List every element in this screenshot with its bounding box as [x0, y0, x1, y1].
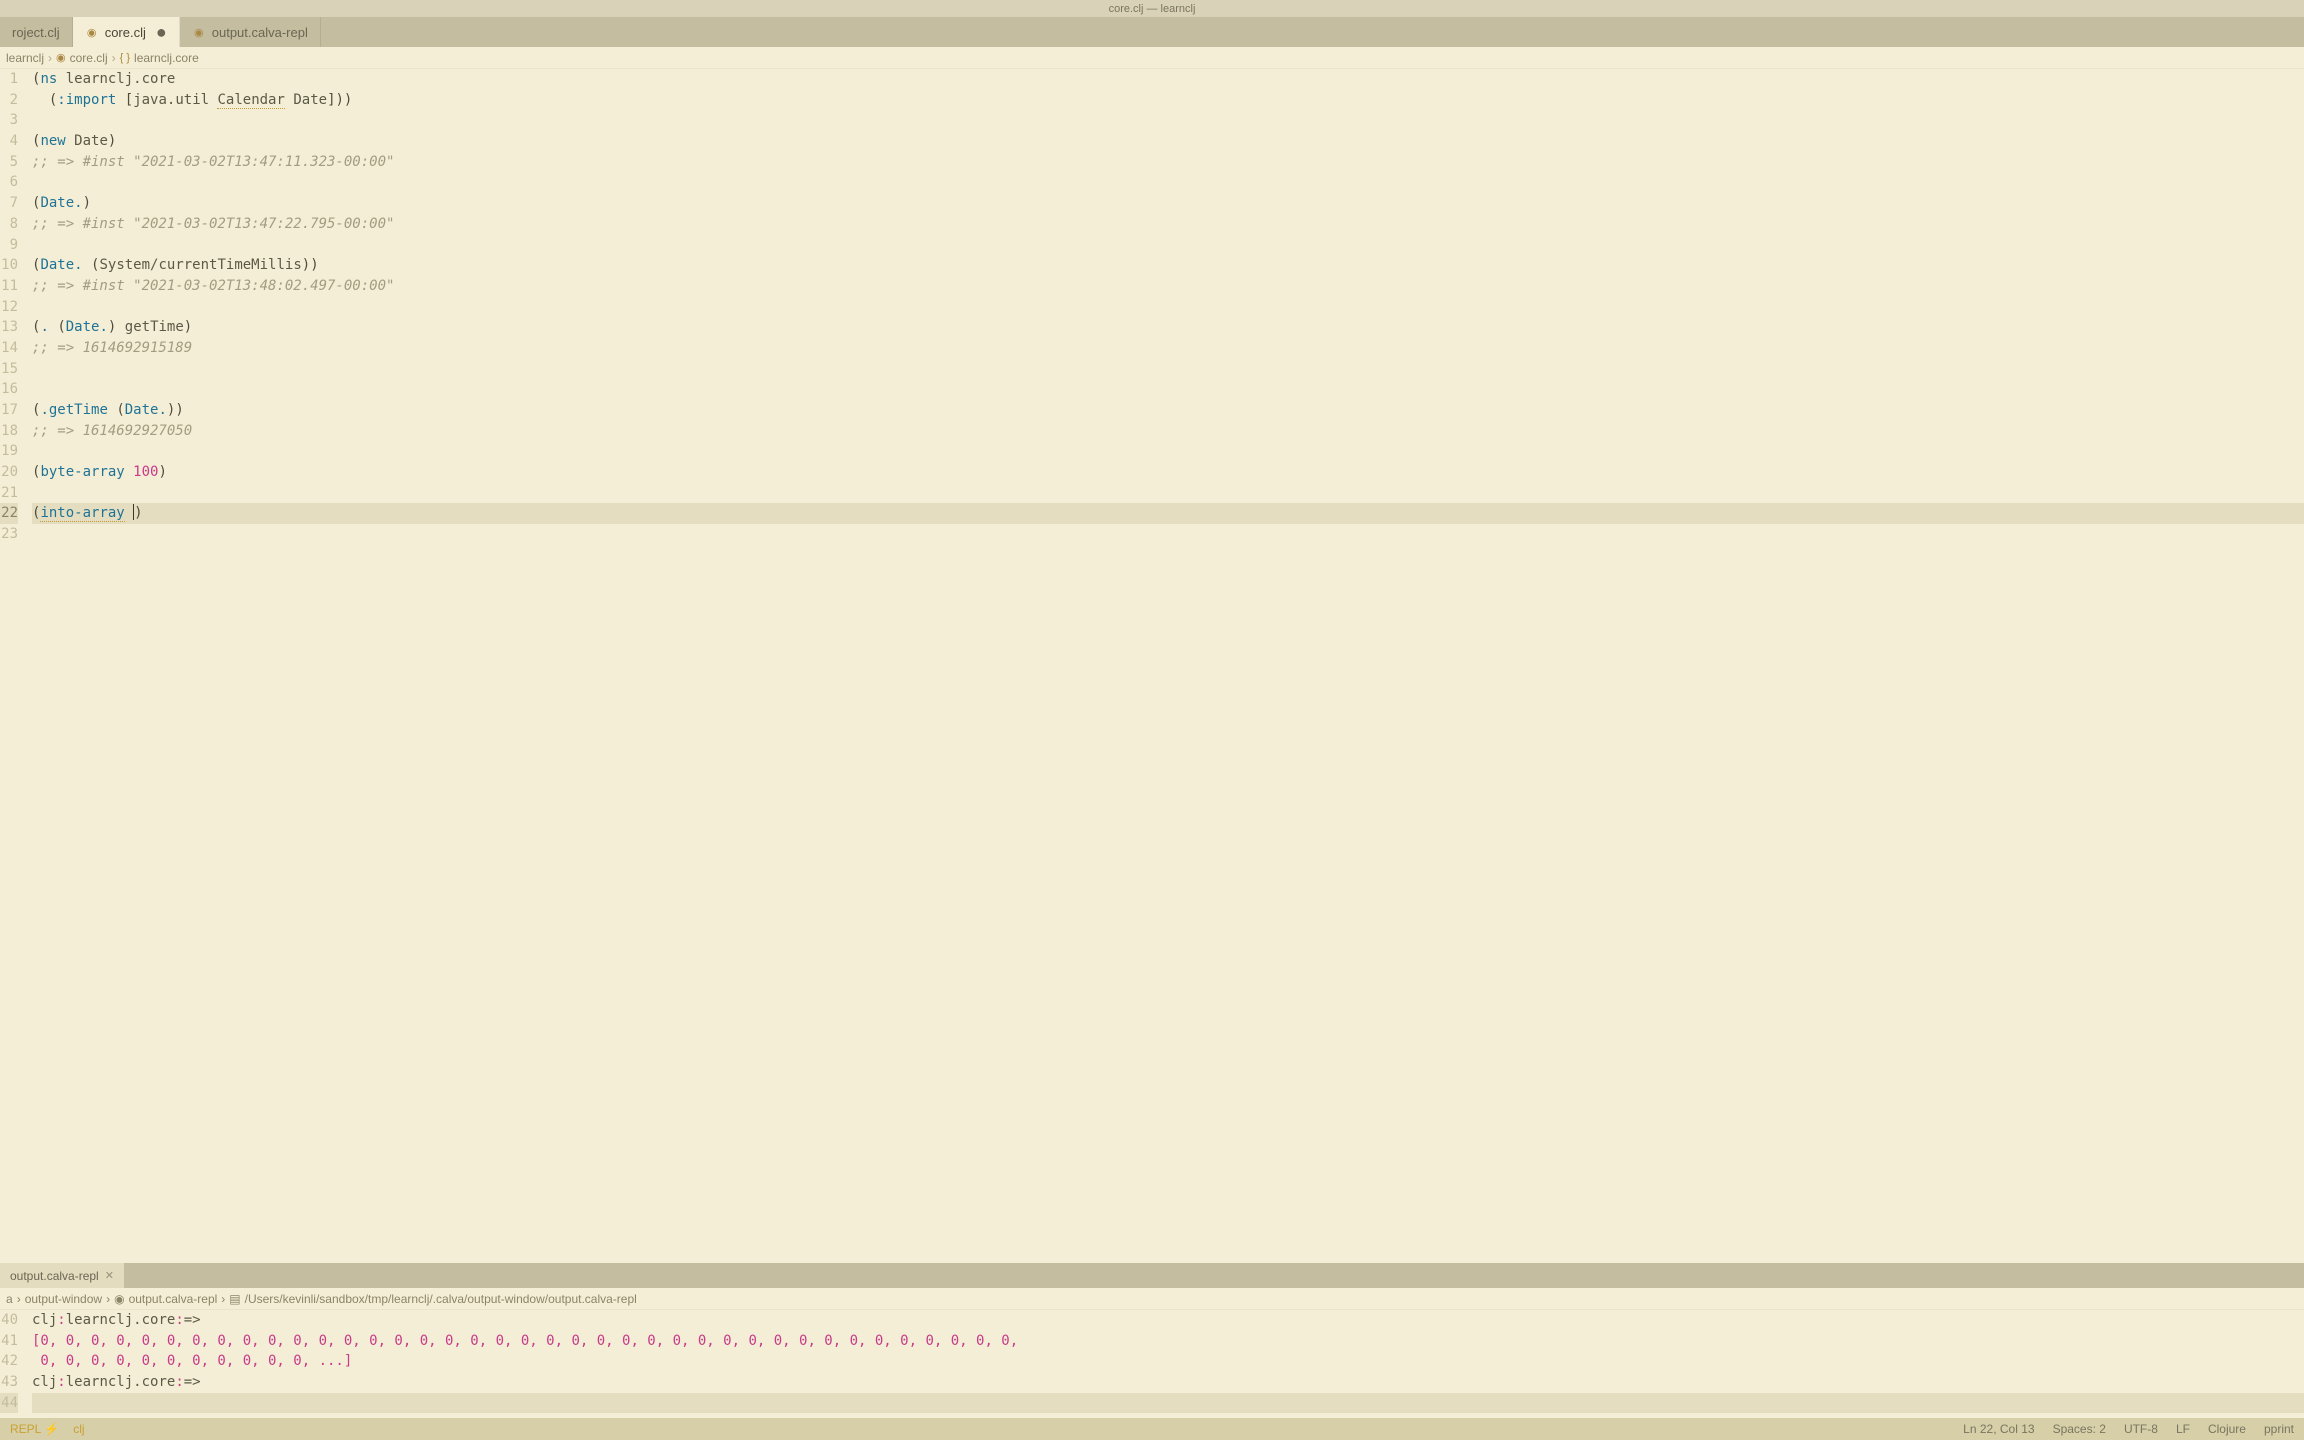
panel-tab-bar: output.calva-repl ✕ [0, 1263, 2304, 1288]
line-number: 19 [0, 441, 18, 462]
line-number: 43 [0, 1372, 18, 1393]
code-content[interactable]: (ns learnclj.core (:import [java.util Ca… [26, 69, 2304, 1263]
status-indentation[interactable]: Spaces: 2 [2053, 1422, 2106, 1436]
line-number: 12 [0, 297, 18, 318]
panel-line-number-gutter: 40 41 42 43 44 [0, 1310, 26, 1418]
chevron-right-icon: › [221, 1292, 225, 1306]
line-number: 10 [0, 255, 18, 276]
breadcrumb-segment[interactable]: learnclj.core [134, 51, 199, 65]
namespace-icon [120, 52, 130, 64]
line-number: 15 [0, 359, 18, 380]
line-number: 1 [0, 69, 18, 90]
repl-content[interactable]: clj:learnclj.core:=> [0, 0, 0, 0, 0, 0, … [26, 1310, 2304, 1418]
breadcrumb-segment[interactable]: output-window [25, 1292, 102, 1306]
line-number: 41 [0, 1331, 18, 1352]
line-number: 21 [0, 483, 18, 504]
tab-core-clj[interactable]: ◉ core.clj ● [73, 17, 180, 47]
tab-output-calva-repl[interactable]: ◉ output.calva-repl [180, 17, 321, 47]
tab-project-clj[interactable]: roject.clj [0, 17, 73, 47]
dirty-indicator-icon: ● [156, 23, 167, 41]
tab-label: output.calva-repl [212, 25, 308, 40]
line-number: 40 [0, 1310, 18, 1331]
line-number: 22 [0, 503, 18, 524]
code-editor[interactable]: 1 2 3 4 5 6 7 8 9 10 11 12 13 14 15 16 1… [0, 69, 2304, 1263]
line-number: 18 [0, 421, 18, 442]
repl-output-panel[interactable]: 40 41 42 43 44 clj:learnclj.core:=> [0, … [0, 1310, 2304, 1418]
breadcrumb-segment[interactable]: /Users/kevinli/sandbox/tmp/learnclj/.cal… [245, 1292, 637, 1306]
tab-label: roject.clj [12, 25, 60, 40]
panel-breadcrumb[interactable]: a › output-window › ◉ output.calva-repl … [0, 1288, 2304, 1310]
line-number-gutter: 1 2 3 4 5 6 7 8 9 10 11 12 13 14 15 16 1… [0, 69, 26, 1263]
breadcrumb-segment[interactable]: learnclj [6, 51, 44, 65]
editor-tab-bar: roject.clj ◉ core.clj ● ◉ output.calva-r… [0, 17, 2304, 47]
line-number: 42 [0, 1351, 18, 1372]
breadcrumb-segment[interactable]: a [6, 1292, 13, 1306]
line-number: 20 [0, 462, 18, 483]
breadcrumb[interactable]: learnclj › ◉ core.clj › learnclj.core [0, 47, 2304, 69]
status-cursor-position[interactable]: Ln 22, Col 13 [1963, 1422, 2034, 1436]
window-title: core.clj — learnclj [1109, 3, 1196, 15]
line-number: 5 [0, 152, 18, 173]
line-number: 2 [0, 90, 18, 111]
line-number: 3 [0, 110, 18, 131]
breadcrumb-segment[interactable]: core.clj [70, 51, 108, 65]
chevron-right-icon: › [17, 1292, 21, 1306]
panel-tab-label: output.calva-repl [10, 1269, 99, 1283]
tab-label: core.clj [105, 25, 146, 40]
status-language[interactable]: Clojure [2208, 1422, 2246, 1436]
clojure-file-icon: ◉ [192, 25, 206, 39]
clojure-file-icon: ◉ [56, 51, 66, 64]
chevron-right-icon: › [106, 1292, 110, 1306]
line-number: 16 [0, 379, 18, 400]
line-number: 23 [0, 524, 18, 545]
breadcrumb-segment[interactable]: output.calva-repl [129, 1292, 218, 1306]
clojure-file-icon: ◉ [85, 25, 99, 39]
file-path-icon: ▤ [229, 1292, 240, 1306]
line-number: 13 [0, 317, 18, 338]
line-number: 4 [0, 131, 18, 152]
status-encoding[interactable]: UTF-8 [2124, 1422, 2158, 1436]
window-title-bar: core.clj — learnclj [0, 0, 2304, 17]
status-clj-indicator[interactable]: clj [73, 1422, 84, 1436]
line-number: 11 [0, 276, 18, 297]
line-number: 7 [0, 193, 18, 214]
status-eol[interactable]: LF [2176, 1422, 2190, 1436]
status-pprint[interactable]: pprint [2264, 1422, 2294, 1436]
line-number: 44 [0, 1393, 18, 1414]
close-icon[interactable]: ✕ [105, 1269, 114, 1282]
line-number: 14 [0, 338, 18, 359]
line-number: 17 [0, 400, 18, 421]
line-number: 8 [0, 214, 18, 235]
chevron-right-icon: › [48, 51, 52, 65]
status-bar: REPL ⚡ clj Ln 22, Col 13 Spaces: 2 UTF-8… [0, 1418, 2304, 1440]
line-number: 6 [0, 172, 18, 193]
clojure-file-icon: ◉ [114, 1292, 124, 1306]
status-repl-indicator[interactable]: REPL ⚡ [10, 1422, 59, 1436]
chevron-right-icon: › [112, 51, 116, 65]
panel-tab-output-calva-repl[interactable]: output.calva-repl ✕ [0, 1263, 124, 1288]
line-number: 9 [0, 235, 18, 256]
